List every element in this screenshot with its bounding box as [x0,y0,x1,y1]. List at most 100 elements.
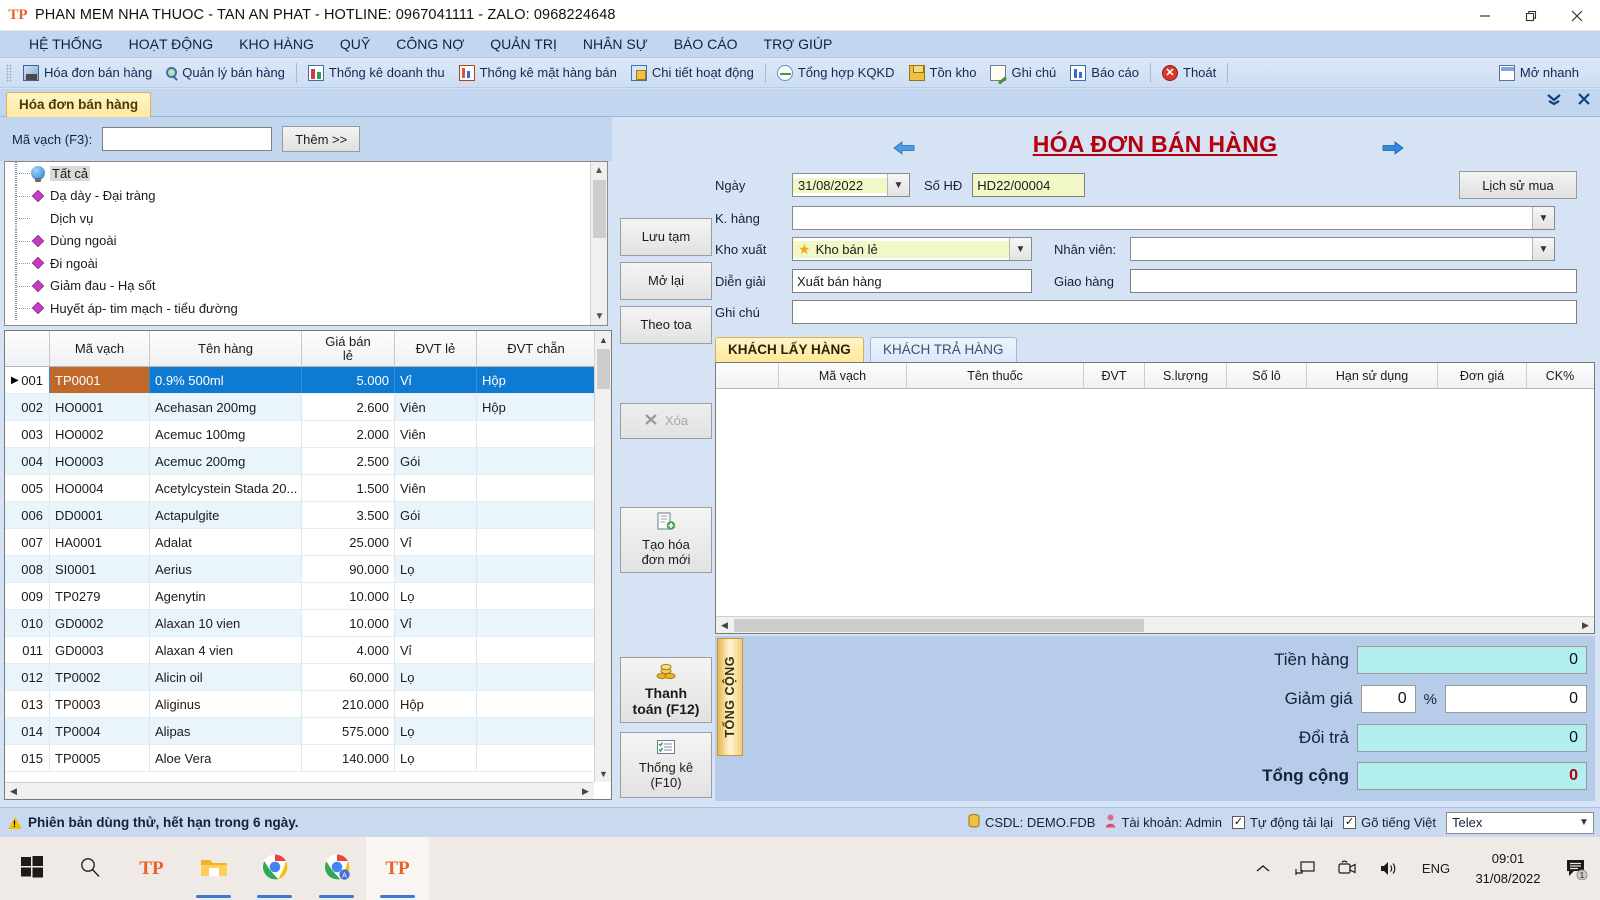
col-unit-price[interactable]: Đơn giá [1438,363,1527,388]
volume-icon[interactable] [1368,837,1410,900]
taskbar-pharmacy-app[interactable]: TP [120,837,183,900]
col-price[interactable]: Giá bán lẻ [302,331,395,366]
search-button[interactable] [58,837,121,900]
scroll-right-icon[interactable]: ▶ [1577,617,1594,634]
toolbar-quick-open[interactable]: Mở nhanh [1492,61,1586,85]
tree-item-tat-ca[interactable]: Tất cả [5,162,607,185]
menu-item-quy[interactable]: QUỸ [327,33,383,55]
col-unit[interactable]: ĐVT [1084,363,1145,388]
customer-field[interactable]: ▼ [792,206,1555,230]
menu-item-nhan-su[interactable]: NHÂN SỰ [570,33,661,55]
chevron-down-icon[interactable]: ▼ [1532,238,1554,260]
menu-item-quan-tri[interactable]: QUẢN TRỊ [477,33,570,55]
product-grid-vscrollbar[interactable]: ▲ ▼ [594,331,611,782]
table-row[interactable]: 002 HO0001 Acehasan 200mg 2.600 Viên Hộp [5,394,611,421]
table-row[interactable]: 004 HO0003 Acemuc 200mg 2.500 Gói [5,448,611,475]
scrollbar-thumb[interactable] [597,349,610,389]
toolbar-inventory[interactable]: Tồn kho [902,61,984,85]
table-row[interactable]: 005 HO0004 Acetylcystein Stada 20... 1.500 V… [5,475,611,502]
input-method-select[interactable]: Telex ▼ [1446,811,1594,834]
taskbar-pharmacy-app-active[interactable]: TP [366,837,429,900]
delivery-input[interactable] [1130,269,1577,293]
close-icon[interactable] [1554,0,1600,31]
collapse-icon[interactable] [1546,92,1562,111]
toolbar-report[interactable]: Báo cáo [1063,61,1146,85]
col-discount-pct[interactable]: CK% [1527,363,1593,388]
col-index[interactable] [716,363,779,388]
scroll-down-icon[interactable]: ▼ [595,765,612,782]
checkbox-icon[interactable]: ✓ [1231,816,1245,829]
chevron-down-icon[interactable]: ▼ [1575,813,1593,833]
note-input[interactable] [792,300,1577,324]
table-row[interactable]: 006 DD0001 Actapulgite 3.500 Gói [5,502,611,529]
taskbar-file-explorer[interactable] [182,837,245,900]
toolbar-grip[interactable] [6,63,12,82]
autoreload-toggle[interactable]: ✓ Tự động tải lại [1231,815,1333,830]
language-indicator[interactable]: ENG [1410,837,1462,900]
tab-khach-lay-hang[interactable]: KHÁCH LẤY HÀNG [715,337,864,362]
staff-field[interactable]: ▼ [1130,237,1555,261]
chevron-up-icon[interactable] [1242,837,1284,900]
close-icon[interactable] [1576,92,1592,111]
scrollbar-thumb[interactable] [593,180,606,238]
scroll-left-icon[interactable]: ◀ [5,783,22,800]
col-unit[interactable]: ĐVT lẻ [395,331,477,366]
table-row[interactable]: 001 ▶ TP0001 0.9% 500ml 5.000 Vỉ Hộp [5,367,611,394]
scroll-right-icon[interactable]: ▶ [577,783,594,800]
toolbar-kqkd[interactable]: Tổng hợp KQKD [770,61,902,85]
toolbar-revenue-stats[interactable]: Thống kê doanh thu [301,61,452,85]
col-barcode[interactable]: Mã vạch [50,331,150,366]
toolbar-item-sales-stats[interactable]: Thống kê mặt hàng bán [452,61,624,85]
tab-hoa-don-ban-hang[interactable]: Hóa đơn bán hàng [6,92,152,117]
delete-button[interactable]: Xóa [620,403,712,439]
chevron-down-icon[interactable]: ▼ [1009,238,1031,260]
chevron-down-icon[interactable]: ▼ [887,174,909,196]
col-expiry[interactable]: Hạn sử dụng [1307,363,1438,388]
table-row[interactable]: 012 TP0002 Alicin oil 60.000 Lọ [5,664,611,691]
warehouse-field[interactable]: ★ Kho bán lẻ ▼ [792,237,1032,261]
by-prescription-button[interactable]: Theo toa [620,306,712,344]
table-row[interactable]: 008 SI0001 Aerius 90.000 Lọ [5,556,611,583]
taskbar-chrome[interactable] [243,837,306,900]
detail-grid-hscrollbar[interactable]: ◀ ▶ [716,616,1594,633]
taskbar-chrome-profile[interactable]: A [305,837,368,900]
table-row[interactable]: 009 TP0279 Agenytin 10.000 Lọ [5,583,611,610]
toolbar-note[interactable]: Ghi chú [983,61,1063,85]
col-medicine-name[interactable]: Tên thuốc [907,363,1084,388]
table-row[interactable]: 015 TP0005 Aloe Vera 140.000 Lọ [5,745,611,772]
clock[interactable]: 09:01 31/08/2022 [1462,849,1554,888]
tree-item-da-day[interactable]: Dạ dày - Đại tràng [5,184,607,207]
toolbar-invoice-sales[interactable]: Hóa đơn bán hàng [16,61,159,85]
tab-khach-tra-hang[interactable]: KHÁCH TRẢ HÀNG [870,337,1017,362]
product-grid-hscrollbar[interactable]: ◀ ▶ [5,782,594,799]
tree-item-dung-ngoai[interactable]: Dùng ngoài [5,229,607,252]
menu-item-tro-giup[interactable]: TRỢ GIÚP [751,33,846,55]
purchase-history-button[interactable]: Lịch sử mua [1459,171,1577,199]
reopen-button[interactable]: Mở lại [620,262,712,300]
discount-amount-input[interactable]: 0 [1445,685,1587,713]
col-pack-unit[interactable]: ĐVT chẵn [477,331,596,366]
payment-button[interactable]: Thanh toán (F12) [620,657,712,723]
table-row[interactable]: 003 HO0002 Acemuc 100mg 2.000 Viên [5,421,611,448]
table-row[interactable]: 014 TP0004 Alipas 575.000 Lọ [5,718,611,745]
minimize-icon[interactable] [1462,0,1508,31]
chevron-down-icon[interactable]: ▼ [1532,207,1554,229]
camera-icon[interactable] [1326,837,1368,900]
tree-scrollbar[interactable]: ▲ ▼ [590,162,607,325]
scroll-down-icon[interactable]: ▼ [591,308,607,325]
toolbar-exit[interactable]: ✕ Thoát [1155,61,1223,85]
col-lot[interactable]: Số lô [1227,363,1307,388]
arrow-right-icon[interactable] [1377,137,1407,159]
tree-item-huyet-ap[interactable]: Huyết áp- tim mạch - tiểu đường [5,297,607,320]
menu-item-hoat-dong[interactable]: HOẠT ĐỘNG [116,33,227,55]
checkbox-icon[interactable]: ✓ [1343,816,1357,829]
barcode-input[interactable] [102,127,273,151]
discount-percent-input[interactable]: 0 [1360,685,1416,713]
scrollbar-track[interactable] [22,783,577,800]
tree-item-giam-dau[interactable]: Giảm đau - Hạ sốt [5,274,607,297]
statistics-button[interactable]: Thống kê (F10) [620,732,712,798]
network-icon[interactable] [1284,837,1326,900]
totals-vertical-tab[interactable]: TỔNG CỘNG [717,638,743,756]
scroll-up-icon[interactable]: ▲ [591,162,607,179]
new-invoice-button[interactable]: Tạo hóa đơn mới [620,507,712,573]
